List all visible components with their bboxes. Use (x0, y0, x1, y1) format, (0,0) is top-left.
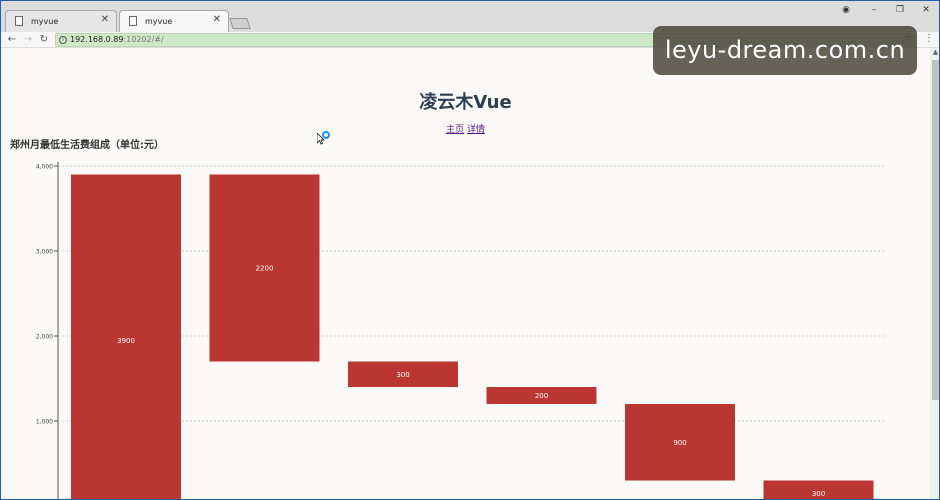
watermark: leyu-dream.com.cn (653, 26, 917, 75)
y-tick-label: 4,000 (36, 164, 53, 171)
bar-value-label: 300 (812, 490, 825, 498)
scrollbar-thumb[interactable] (932, 60, 939, 400)
detail-link[interactable]: 详情 (467, 125, 485, 135)
y-tick-label: 1,000 (36, 419, 53, 426)
home-link[interactable]: 主页 (446, 125, 464, 135)
scroll-up-arrow-icon[interactable]: ▲ (930, 48, 939, 58)
bar-value-label: 3900 (117, 337, 135, 345)
menu-icon[interactable]: ⋮ (924, 33, 934, 44)
tab-title: myvue (31, 16, 59, 26)
reload-icon[interactable]: ↻ (37, 33, 51, 47)
tab-title: myvue (145, 16, 173, 26)
page-content: 凌云木Vue 主页 详情 郑州月最低生活费组成（单位:元） 1,000 2,000… (1, 48, 930, 499)
document-icon (129, 16, 137, 26)
bar-value-label: 200 (535, 392, 548, 400)
bar-value-label: 2200 (256, 265, 274, 273)
maximize-button[interactable]: ❐ (891, 3, 909, 17)
vertical-scrollbar[interactable]: ▲ (930, 48, 939, 499)
info-icon[interactable]: i (59, 36, 67, 44)
loading-spinner-icon (322, 131, 330, 139)
document-icon (15, 16, 23, 26)
bar-value-label: 900 (673, 439, 686, 447)
minimize-button[interactable]: – (865, 3, 883, 17)
tab-myvue-1[interactable]: myvue ✕ (5, 10, 117, 32)
account-icon[interactable]: ◉ (837, 3, 855, 17)
new-tab-button[interactable] (229, 18, 251, 29)
y-tick-label: 3,000 (36, 249, 53, 256)
bar-value-label: 300 (396, 371, 409, 379)
y-tick-label: 2,000 (36, 334, 53, 341)
page-title: 凌云木Vue (419, 92, 512, 113)
close-tab-icon[interactable]: ✕ (213, 14, 221, 25)
forward-icon[interactable]: → (21, 33, 35, 47)
tab-myvue-2[interactable]: myvue ✕ (119, 10, 229, 32)
back-icon[interactable]: ← (5, 33, 19, 47)
url-host: 192.168.0.89 (70, 35, 124, 44)
waterfall-chart: 1,000 2,000 3,000 4,000 3900 2200 300 200 900 300 (36, 162, 885, 499)
close-tab-icon[interactable]: ✕ (101, 14, 109, 25)
nav-links: 主页 详情 (1, 122, 930, 135)
url-path: :10202/#/ (123, 35, 164, 44)
browser-window: myvue ✕ myvue ✕ ◉ – ❐ ✕ ← → ↻ i 192.168.… (0, 0, 940, 500)
close-window-button[interactable]: ✕ (917, 3, 935, 17)
